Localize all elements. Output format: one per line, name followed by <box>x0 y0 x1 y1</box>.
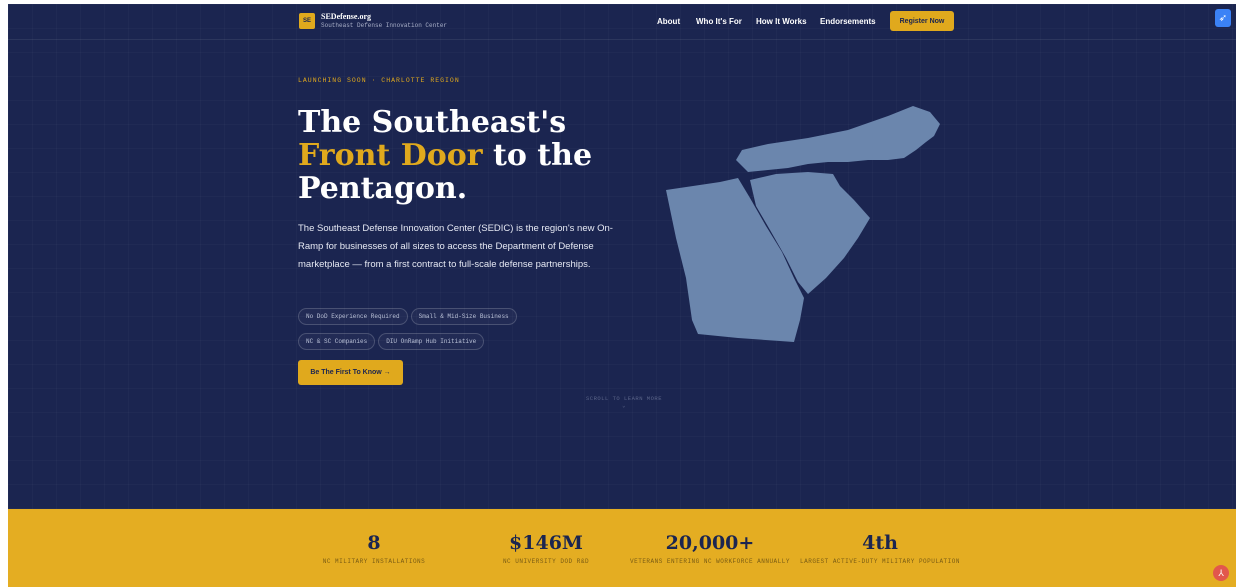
hero-headline: The Southeast's Front Door to the Pentag… <box>298 106 618 205</box>
nav-link-how-it-works[interactable]: How It Works <box>756 17 807 26</box>
chevron-down-icon: ⌄ <box>622 402 626 409</box>
headline-line2-rest: to the <box>482 138 593 173</box>
nav-link-about[interactable]: About <box>657 17 680 26</box>
page-frame: SE SEDefense.org Southeast Defense Innov… <box>8 4 1236 587</box>
tag-pill: DIU OnRamp Hub Initiative <box>378 333 485 350</box>
top-nav: SE SEDefense.org Southeast Defense Innov… <box>8 4 1236 40</box>
southeast-map-icon <box>666 106 940 342</box>
stat-label: VETERANS ENTERING NC WORKFORCE ANNUALLY <box>630 558 790 565</box>
tag-list: No DoD Experience Required Small & Mid-Si… <box>298 305 618 355</box>
register-now-button[interactable]: Register Now <box>890 11 954 31</box>
nav-link-who-its-for[interactable]: Who It's For <box>696 17 742 26</box>
stat-value: 8 <box>367 532 381 554</box>
tag-pill: Small & Mid-Size Business <box>410 308 517 325</box>
hero-lede: The Southeast Defense Innovation Center … <box>298 223 613 270</box>
scroll-hint-label: SCROLL TO LEARN MORE <box>586 395 663 402</box>
stat-value: $146M <box>509 532 583 554</box>
headline-line1: The Southeast's <box>298 105 567 140</box>
stats-band: 8 NC MILITARY INSTALLATIONS $146M NC UNI… <box>8 509 1236 587</box>
stat-label: NC MILITARY INSTALLATIONS <box>322 558 426 565</box>
rocket-icon[interactable]: ➶ <box>1215 9 1231 27</box>
brand-subtitle: Southeast Defense Innovation Center <box>321 22 448 29</box>
nav-link-endorsements[interactable]: Endorsements <box>820 17 876 26</box>
stat-value: 4th <box>862 532 898 554</box>
north-carolina-shape <box>736 106 940 172</box>
stat-veterans: 20,000+ VETERANS ENTERING NC WORKFORCE A… <box>630 533 790 566</box>
headline-gold: Front Door <box>298 138 483 173</box>
hero-eyebrow: LAUNCHING SOON · CHARLOTTE REGION <box>298 77 460 84</box>
stat-military-population: 4th LARGEST ACTIVE-DUTY MILITARY POPULAT… <box>800 533 960 566</box>
headline-line3: Pentagon. <box>298 171 468 206</box>
stat-installations: 8 NC MILITARY INSTALLATIONS <box>302 533 446 566</box>
stat-rnd: $146M NC UNIVERSITY DOD R&D <box>474 533 618 566</box>
logo-badge[interactable]: SE <box>299 13 315 29</box>
pdf-icon[interactable]: ⅄ <box>1213 565 1229 581</box>
stat-label: LARGEST ACTIVE-DUTY MILITARY POPULATION <box>800 558 960 565</box>
stat-value: 20,000+ <box>665 532 755 554</box>
tag-pill: No DoD Experience Required <box>298 308 408 325</box>
be-first-to-know-button[interactable]: Be The First To Know → <box>298 360 403 385</box>
stat-label: NC UNIVERSITY DOD R&D <box>502 558 590 565</box>
tag-pill: NC & SC Companies <box>298 333 376 350</box>
brand-name[interactable]: SEDefense.org <box>321 12 371 21</box>
background-grid <box>8 4 1236 587</box>
scroll-hint[interactable]: SCROLL TO LEARN MORE ⌄ <box>586 395 662 409</box>
